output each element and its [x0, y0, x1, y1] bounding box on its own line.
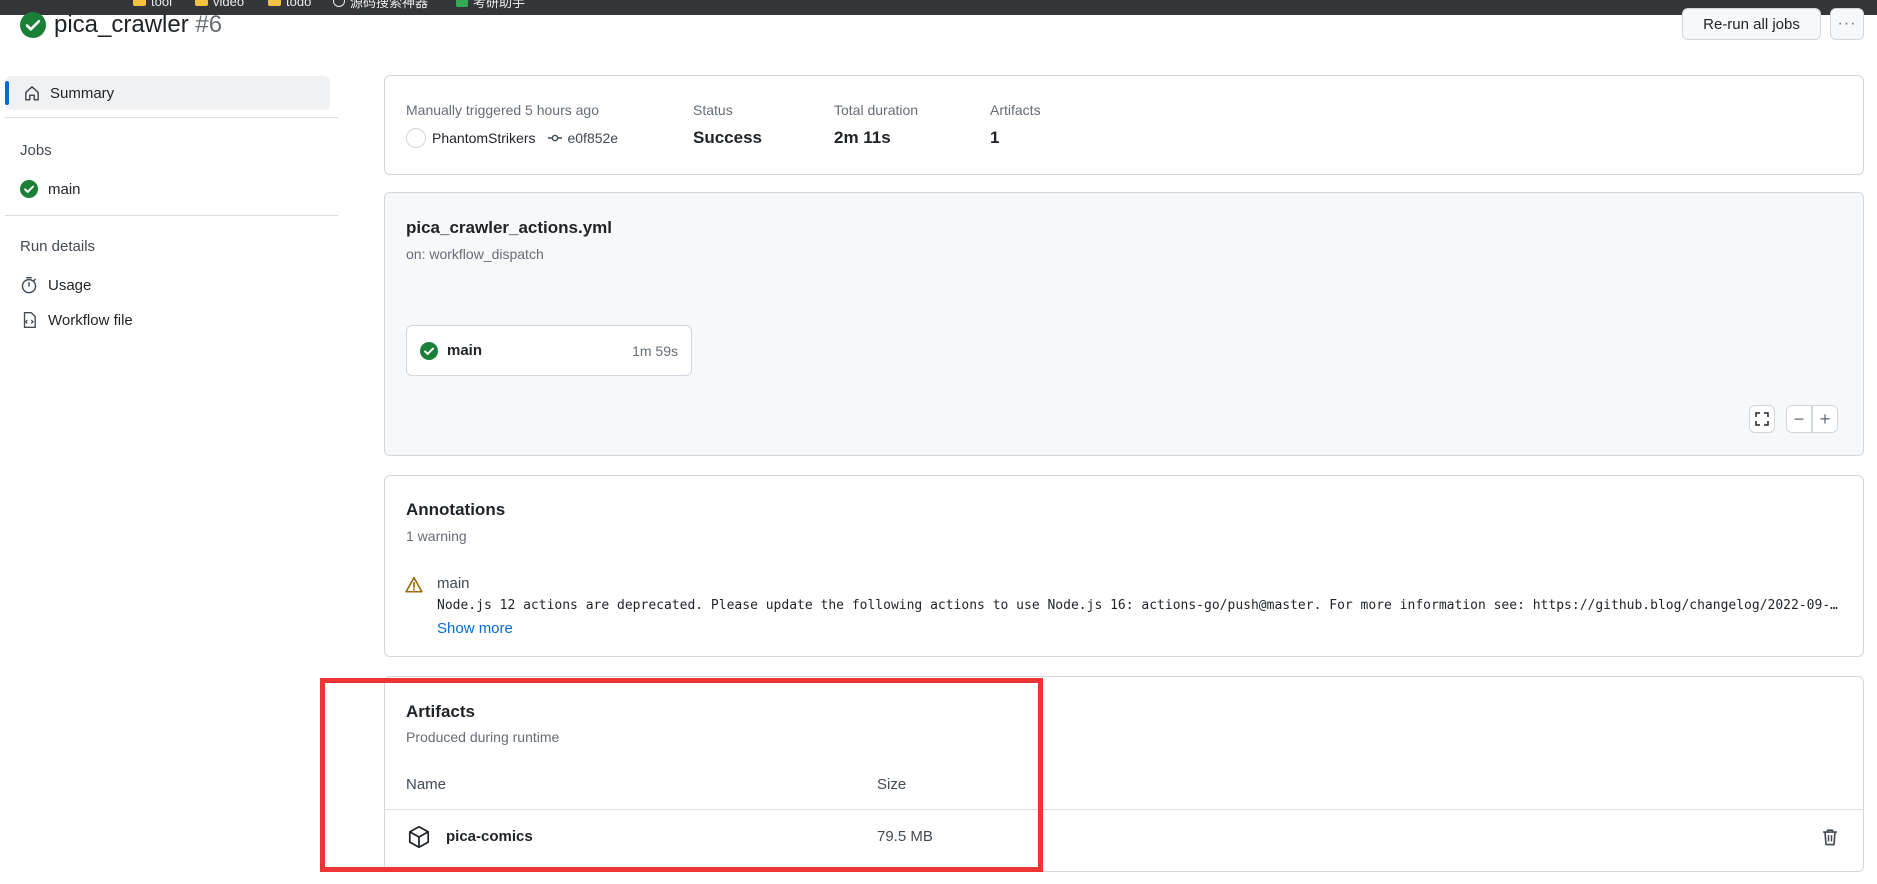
annotations-title: Annotations	[406, 500, 506, 519]
workflow-trigger: on: workflow_dispatch	[406, 246, 544, 262]
sidebar-item-label: Workflow file	[48, 311, 133, 329]
warning-icon	[405, 576, 423, 593]
trigger-label: Manually triggered 5 hours ago	[406, 102, 600, 118]
run-header: pica_crawler #6	[20, 10, 222, 40]
sidebar-item-workflow-file[interactable]: Workflow file	[20, 311, 133, 329]
browser-bookmarks-bar: tool video todo 源码搜索神器 考研助手	[0, 0, 1877, 15]
sidebar-item-summary[interactable]: Summary	[5, 76, 330, 110]
status-value: Success	[693, 128, 762, 147]
duration-value: 2m 11s	[834, 128, 891, 147]
zoom-out-button[interactable]: −	[1786, 405, 1812, 433]
stopwatch-icon	[21, 276, 37, 294]
sidebar-divider	[5, 215, 338, 216]
globe-icon	[333, 0, 345, 7]
actor-name[interactable]: PhantomStrikers	[432, 130, 535, 146]
folder-icon	[268, 0, 281, 6]
annotations-panel	[384, 475, 1864, 657]
artifacts-panel	[384, 676, 1864, 872]
status-label: Status	[693, 102, 733, 118]
folder-icon	[133, 0, 146, 6]
active-indicator	[5, 81, 9, 105]
bookmark-icon	[456, 0, 468, 7]
commit-sha: e0f852e	[567, 130, 619, 146]
sidebar-item-label: Usage	[48, 276, 92, 294]
sidebar-item-label: Summary	[50, 84, 115, 102]
bookmark-source-search[interactable]: 源码搜索神器	[333, 0, 428, 10]
annotation-job[interactable]: main	[437, 575, 470, 592]
table-divider	[384, 809, 1864, 810]
duration-label: Total duration	[834, 102, 919, 118]
run-summary-panel	[384, 75, 1864, 175]
artifact-size: 79.5 MB	[877, 828, 933, 845]
check-circle-icon	[20, 180, 38, 198]
job-duration: 1m 59s	[632, 342, 678, 359]
page-title: pica_crawler #6	[54, 11, 223, 38]
zoom-in-button[interactable]: +	[1812, 405, 1838, 433]
check-circle-icon	[420, 341, 438, 360]
run-details-heading: Run details	[20, 238, 96, 255]
file-code-icon	[23, 312, 36, 328]
show-more-link[interactable]: Show more	[437, 620, 513, 637]
annotations-subtitle: 1 warning	[406, 528, 467, 544]
artifacts-title: Artifacts	[406, 702, 475, 721]
fullscreen-button[interactable]	[1749, 405, 1775, 433]
bookmark-video[interactable]: video	[195, 0, 244, 9]
artifacts-subtitle: Produced during runtime	[406, 729, 560, 745]
fullscreen-icon	[1755, 412, 1769, 426]
artifacts-count-value[interactable]: 1	[990, 128, 999, 148]
workflow-file-name[interactable]: pica_crawler_actions.yml	[406, 218, 612, 238]
column-header-name: Name	[406, 776, 447, 793]
job-card-main[interactable]: main 1m 59s	[406, 325, 692, 376]
avatar[interactable]	[406, 128, 426, 148]
folder-icon	[195, 0, 208, 6]
home-icon	[25, 86, 39, 101]
trash-icon[interactable]	[1820, 827, 1840, 847]
jobs-heading: Jobs	[20, 142, 52, 159]
artifact-name-link[interactable]: pica-comics	[446, 828, 533, 845]
git-commit-icon	[548, 134, 563, 142]
rerun-all-jobs-button[interactable]: Re-run all jobs	[1682, 8, 1821, 40]
more-options-button[interactable]: ···	[1830, 8, 1864, 40]
job-name: main	[447, 342, 483, 359]
run-actor: PhantomStrikers e0f852e	[406, 128, 618, 148]
sidebar-divider	[5, 117, 338, 118]
commit-link[interactable]: e0f852e	[547, 130, 618, 146]
artifacts-count-label: Artifacts	[990, 102, 1041, 118]
annotation-message: Node.js 12 actions are deprecated. Pleas…	[437, 598, 1842, 613]
sidebar-item-label: main	[48, 180, 81, 198]
bookmark-exam[interactable]: 考研助手	[456, 0, 525, 10]
sidebar-item-usage[interactable]: Usage	[20, 276, 91, 294]
sidebar-item-job-main[interactable]: main	[20, 180, 81, 198]
package-icon	[408, 825, 430, 849]
bookmark-todo[interactable]: todo	[268, 0, 311, 9]
bookmark-tool[interactable]: tool	[133, 0, 172, 9]
column-header-size: Size	[877, 776, 907, 793]
check-circle-icon	[20, 12, 46, 38]
